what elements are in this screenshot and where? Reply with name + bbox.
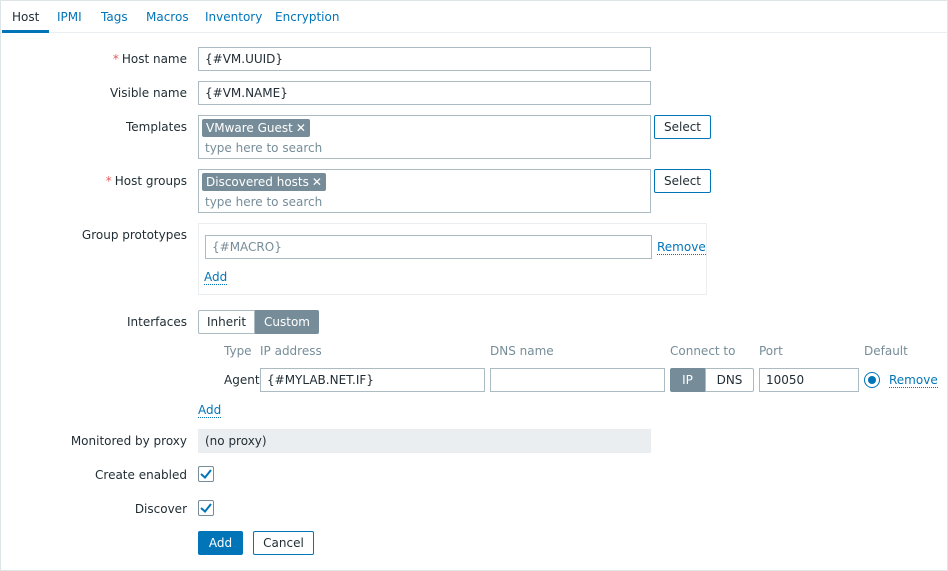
column-dns-name: DNS name	[490, 344, 554, 358]
tab-macros[interactable]: Macros	[136, 1, 199, 33]
interface-ip-input[interactable]: {#MYLAB.NET.IF}	[260, 368, 485, 392]
create-enabled-label: Create enabled	[95, 468, 187, 482]
host-group-chip-label: Discovered hosts	[206, 175, 309, 189]
required-marker: *	[105, 174, 112, 188]
tab-inventory[interactable]: Inventory	[195, 1, 272, 33]
host-groups-label-text: Host groups	[114, 174, 187, 188]
templates-multiselect[interactable]: VMware Guest ✕ type here to search	[198, 115, 651, 159]
group-prototypes-label: Group prototypes	[81, 228, 187, 242]
group-prototype-add-link[interactable]: Add	[204, 270, 228, 285]
check-icon	[200, 469, 212, 479]
tab-host[interactable]: Host	[2, 1, 50, 33]
interface-remove-link[interactable]: Remove	[889, 373, 938, 388]
close-icon[interactable]: ✕	[312, 175, 322, 189]
host-groups-select-button[interactable]: Select	[654, 169, 711, 193]
connect-dns-toggle[interactable]: DNS	[705, 368, 754, 392]
interface-port-input[interactable]: 10050	[759, 368, 859, 392]
interface-type: Agent	[224, 373, 260, 387]
interfaces-label: Interfaces	[127, 315, 187, 329]
tab-tags[interactable]: Tags	[91, 1, 138, 33]
host-name-label: * Host name	[113, 52, 187, 66]
column-default: Default	[864, 344, 908, 358]
interface-add-link[interactable]: Add	[198, 403, 222, 418]
check-icon	[200, 503, 212, 513]
templates-select-button[interactable]: Select	[654, 115, 711, 139]
discover-checkbox[interactable]	[198, 500, 214, 516]
discover-label: Discover	[134, 502, 187, 516]
interface-dns-input[interactable]	[490, 368, 665, 392]
group-prototype-input[interactable]: {#MACRO}	[205, 235, 652, 259]
template-chip-label: VMware Guest	[206, 121, 293, 135]
host-groups-label: * Host groups	[106, 174, 187, 188]
close-icon[interactable]: ✕	[296, 121, 306, 135]
group-prototype-remove-link[interactable]: Remove	[657, 240, 706, 255]
default-interface-radio[interactable]	[864, 372, 880, 388]
interfaces-inherit-toggle[interactable]: Inherit	[198, 310, 255, 334]
connect-ip-toggle[interactable]: IP	[670, 368, 705, 392]
tab-encryption[interactable]: Encryption	[265, 1, 349, 33]
template-chip: VMware Guest ✕	[202, 119, 310, 137]
proxy-label: Monitored by proxy	[70, 434, 187, 448]
visible-name-input[interactable]: {#VM.NAME}	[198, 81, 651, 105]
host-groups-search-input[interactable]: type here to search	[205, 195, 322, 209]
column-ip-address: IP address	[260, 344, 322, 358]
host-name-input[interactable]: {#VM.UUID}	[198, 47, 651, 71]
interfaces-custom-toggle[interactable]: Custom	[255, 310, 319, 334]
add-button[interactable]: Add	[198, 531, 243, 555]
tab-ipmi[interactable]: IPMI	[47, 1, 92, 33]
proxy-field: (no proxy)	[198, 429, 651, 453]
host-groups-multiselect[interactable]: Discovered hosts ✕ type here to search	[198, 169, 651, 213]
templates-label: Templates	[125, 120, 187, 134]
host-prototype-form: Host IPMI Tags Macros Inventory Encrypti…	[0, 0, 948, 571]
create-enabled-checkbox[interactable]	[198, 466, 214, 482]
column-type: Type	[224, 344, 252, 358]
host-group-chip: Discovered hosts ✕	[202, 173, 326, 191]
host-name-label-text: Host name	[121, 52, 187, 66]
templates-search-input[interactable]: type here to search	[205, 141, 322, 155]
required-marker: *	[112, 52, 119, 66]
column-connect-to: Connect to	[670, 344, 736, 358]
visible-name-label: Visible name	[109, 86, 187, 100]
tab-bar: Host IPMI Tags Macros Inventory Encrypti…	[2, 1, 947, 33]
group-prototypes-box: {#MACRO} Remove Add	[198, 223, 707, 295]
column-port: Port	[759, 344, 783, 358]
cancel-button[interactable]: Cancel	[253, 531, 314, 555]
